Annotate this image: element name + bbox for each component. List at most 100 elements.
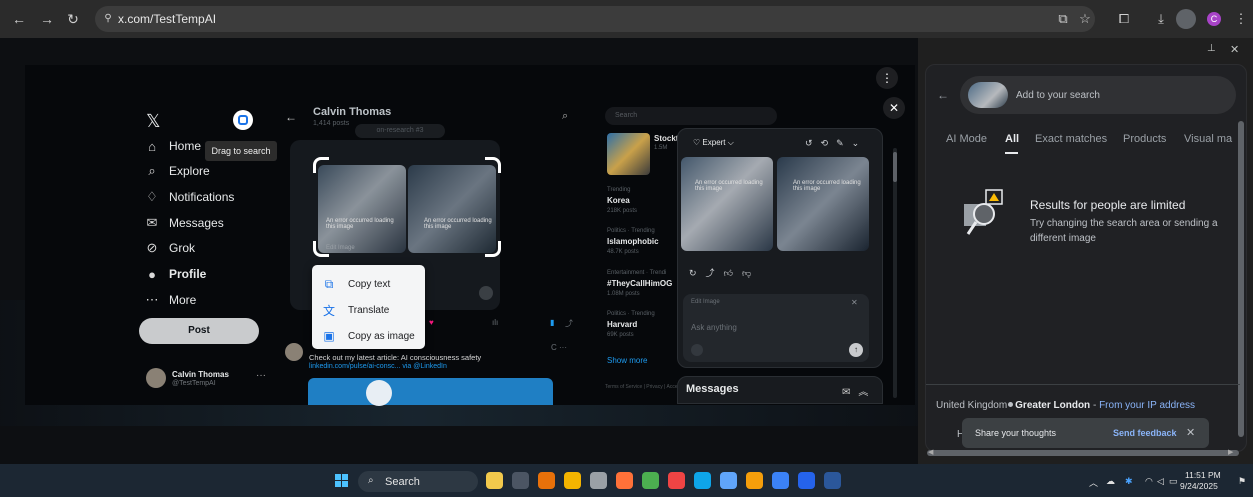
grok-mode-select[interactable]: ♡ Expert ⌵: [693, 138, 734, 148]
edit-icon[interactable]: ✎: [836, 138, 852, 148]
close-icon[interactable]: ✕: [851, 298, 858, 307]
back-arrow-icon[interactable]: ←: [285, 110, 297, 124]
scroll-up-icon[interactable]: [479, 286, 493, 300]
tweet-image[interactable]: [318, 165, 406, 253]
taskbar-app-icon[interactable]: [486, 472, 503, 489]
menu-item-copy-as-image[interactable]: ▣ Copy as image: [322, 326, 414, 346]
search-placeholder[interactable]: Add to your search: [1016, 90, 1100, 101]
location-source-link[interactable]: From your IP address: [1099, 400, 1195, 411]
selection-corner[interactable]: [313, 241, 329, 257]
trend-image[interactable]: [607, 133, 650, 175]
clock-time[interactable]: 11:51 PM: [1185, 470, 1221, 480]
cast-icon[interactable]: ⧉: [1054, 10, 1072, 28]
account-more-icon[interactable]: ···: [256, 370, 266, 381]
chevron-down-icon[interactable]: ⌄: [852, 138, 868, 148]
avatar[interactable]: [146, 368, 166, 388]
scrollbar[interactable]: [893, 148, 897, 398]
cloud-icon[interactable]: ☁: [1106, 476, 1115, 487]
chevron-up-icon[interactable]: ︽: [858, 387, 876, 398]
trend-name[interactable]: Korea: [607, 196, 630, 205]
wifi-icon[interactable]: ◠: [1145, 476, 1153, 487]
overlay-close-icon[interactable]: ✕: [883, 97, 905, 119]
attach-icon[interactable]: [691, 344, 703, 356]
avatar[interactable]: C: [1207, 12, 1221, 26]
forward-icon[interactable]: →: [38, 10, 56, 28]
menu-item-copy-text[interactable]: ⧉ Copy text: [322, 274, 391, 294]
sidebar-item-messages[interactable]: ✉ Messages: [145, 213, 224, 233]
trend-name[interactable]: #TheyCallHimOG: [607, 279, 672, 288]
heart-icon[interactable]: ♥: [429, 318, 434, 327]
taskbar-app-icon[interactable]: [564, 472, 581, 489]
trend-name[interactable]: Islamophobic: [607, 237, 659, 246]
post-button[interactable]: Post: [139, 318, 259, 344]
compose-icon[interactable]: ✉: [842, 387, 858, 398]
sidebar-item-grok[interactable]: ⊘ Grok: [145, 238, 195, 258]
url-text[interactable]: x.com/TestTempAI: [118, 12, 216, 26]
send-icon[interactable]: ↑: [849, 343, 863, 357]
selection-corner[interactable]: [313, 157, 329, 173]
thumbs-down-icon[interactable]: 👎︎: [742, 268, 760, 278]
tweet-image[interactable]: [408, 165, 496, 253]
horizontal-scrollbar[interactable]: [927, 450, 1239, 456]
regenerate-icon[interactable]: ↻: [689, 268, 706, 278]
avatar[interactable]: [285, 343, 303, 361]
grok-image[interactable]: [681, 157, 773, 251]
bookmark-icon[interactable]: ▮: [550, 318, 554, 327]
scroll-right-icon[interactable]: ▶: [1228, 448, 1233, 456]
search-image-thumbnail[interactable]: [968, 82, 1008, 108]
taskbar-app-icon[interactable]: [746, 472, 763, 489]
thumbs-up-icon[interactable]: 👍︎: [724, 268, 742, 278]
taskbar-app-icon[interactable]: [642, 472, 659, 489]
share-icon[interactable]: ⤴: [565, 318, 573, 329]
scrollbar-thumb[interactable]: [893, 152, 897, 182]
taskbar-app-icon[interactable]: [590, 472, 607, 489]
tab-exact-matches[interactable]: Exact matches: [1035, 133, 1107, 145]
menu-icon[interactable]: ⋮: [1232, 10, 1250, 28]
address-bar[interactable]: [95, 6, 1095, 32]
taskbar-app-icon[interactable]: [798, 472, 815, 489]
taskbar-app-icon[interactable]: [616, 472, 633, 489]
taskbar-app-icon[interactable]: [538, 472, 555, 489]
site-info-icon[interactable]: ⚲: [99, 10, 117, 28]
lens-icon[interactable]: [1176, 9, 1196, 29]
tab-products[interactable]: Products: [1123, 133, 1166, 145]
taskbar-app-icon[interactable]: [694, 472, 711, 489]
taskbar-app-icon[interactable]: [512, 472, 529, 489]
sidebar-item-home[interactable]: ⌂ Home: [145, 136, 201, 156]
bluetooth-icon[interactable]: ✱: [1125, 476, 1133, 487]
scrollbar[interactable]: [1238, 121, 1244, 437]
back-icon[interactable]: ←: [10, 10, 28, 28]
clock-date[interactable]: 9/24/2025: [1180, 481, 1218, 491]
sidebar-item-more[interactable]: ⋯ More: [145, 290, 197, 310]
downloads-icon[interactable]: ⤓: [1152, 10, 1170, 28]
trend-title[interactable]: Stockt: [654, 134, 678, 143]
pin-icon[interactable]: ⊥: [1207, 43, 1216, 54]
sidebar-item-notifications[interactable]: ♢ Notifications: [145, 187, 234, 207]
taskbar-app-icon[interactable]: [772, 472, 789, 489]
history-icon[interactable]: ↺: [805, 138, 821, 148]
search-input[interactable]: Search: [605, 107, 777, 125]
lens-drag-icon[interactable]: [233, 110, 253, 130]
taskbar-app-icon[interactable]: [720, 472, 737, 489]
notification-icon[interactable]: ⚑: [1238, 476, 1246, 487]
tweet-link[interactable]: linkedin.com/pulse/ai-consc... via @Link…: [309, 363, 447, 370]
volume-icon[interactable]: ◁: [1157, 476, 1164, 487]
tab-all[interactable]: All: [1005, 133, 1019, 145]
send-feedback-button[interactable]: Send feedback: [1113, 428, 1177, 438]
chevron-up-icon[interactable]: ︿: [1089, 476, 1098, 489]
edit-image-chip[interactable]: Edit Image: [691, 299, 720, 305]
x-logo[interactable]: 𝕏: [146, 111, 161, 132]
menu-item-translate[interactable]: 文 Translate: [322, 300, 389, 320]
show-more-link[interactable]: Show more: [607, 356, 647, 365]
back-icon[interactable]: ←: [937, 88, 949, 102]
messages-title[interactable]: Messages: [686, 383, 739, 395]
taskbar-app-icon[interactable]: [668, 472, 685, 489]
grok-tweet-icon[interactable]: C ···: [551, 343, 567, 352]
trend-name[interactable]: Harvard: [607, 320, 637, 329]
selection-corner[interactable]: [485, 157, 501, 173]
sidebar-item-explore[interactable]: ⌕ Explore: [145, 161, 209, 181]
sidebar-item-profile[interactable]: ● Profile: [145, 264, 206, 284]
account-name[interactable]: Calvin Thomas: [172, 370, 229, 379]
tab-visual-matches[interactable]: Visual ma: [1184, 133, 1234, 145]
tab-ai-mode[interactable]: AI Mode: [946, 133, 987, 145]
